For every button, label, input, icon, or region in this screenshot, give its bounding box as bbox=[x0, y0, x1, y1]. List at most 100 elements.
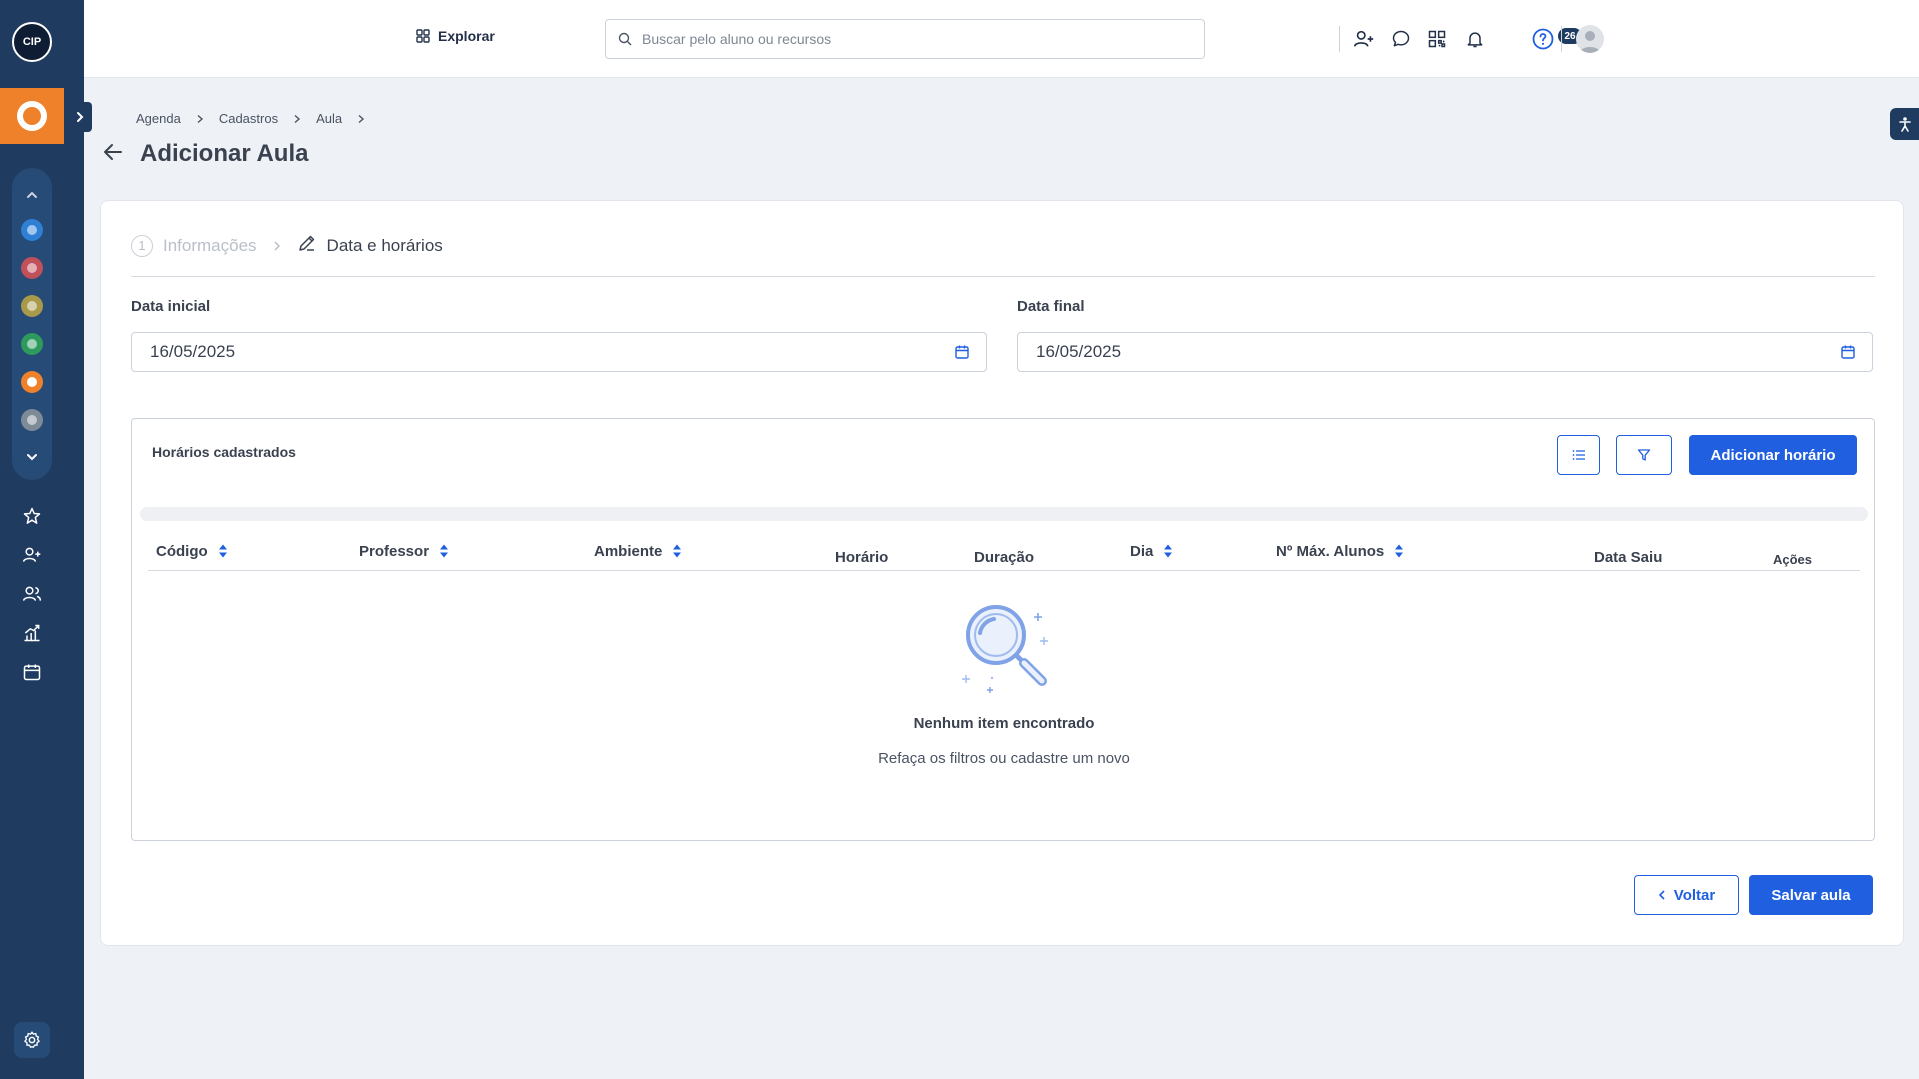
topbar-divider bbox=[1339, 26, 1340, 52]
column-label: Nº Máx. Alunos bbox=[1276, 542, 1385, 560]
column-label: Dia bbox=[1130, 542, 1154, 560]
calendar-icon bbox=[1841, 345, 1855, 359]
chevron-right-icon bbox=[292, 114, 302, 124]
chevron-up-icon bbox=[27, 191, 37, 198]
column-professor[interactable]: Professor bbox=[359, 531, 449, 571]
form-card: 1 Informações Data e horários Data inici… bbox=[100, 200, 1904, 946]
accessibility-icon bbox=[1898, 117, 1911, 132]
topbar: Explorar 26 bbox=[84, 0, 1919, 78]
app-blue-icon[interactable] bbox=[21, 219, 43, 241]
stepper-divider bbox=[131, 276, 1875, 277]
back-button-label: Voltar bbox=[1673, 886, 1716, 904]
explore-label: Explorar bbox=[438, 28, 495, 44]
chevron-right-icon bbox=[195, 114, 205, 124]
add-user-icon[interactable] bbox=[20, 543, 44, 567]
qr-code-icon[interactable] bbox=[1424, 26, 1450, 52]
start-date-label: Data inicial bbox=[131, 298, 211, 315]
apps-scroll-down-button[interactable] bbox=[12, 445, 52, 469]
column-max-alunos[interactable]: Nº Máx. Alunos bbox=[1276, 531, 1404, 571]
column-label: Ambiente bbox=[594, 542, 663, 560]
end-date-label: Data final bbox=[1017, 298, 1085, 315]
sort-icon bbox=[1395, 544, 1404, 558]
search-box[interactable] bbox=[605, 19, 1205, 59]
column-codigo[interactable]: Código bbox=[156, 531, 228, 571]
app-red-icon[interactable] bbox=[21, 257, 43, 279]
bell-icon[interactable] bbox=[1462, 26, 1488, 52]
save-class-button[interactable]: Salvar aula bbox=[1749, 875, 1873, 915]
end-date-value: 16/05/2025 bbox=[1036, 342, 1122, 361]
help-icon[interactable] bbox=[1530, 26, 1556, 52]
chart-icon[interactable] bbox=[20, 621, 44, 645]
step1-label[interactable]: Informações bbox=[163, 236, 257, 256]
end-date-input[interactable]: 16/05/2025 bbox=[1017, 332, 1873, 372]
column-dia[interactable]: Dia bbox=[1130, 531, 1173, 571]
start-date-value: 16/05/2025 bbox=[150, 342, 236, 361]
app-gray-icon[interactable] bbox=[21, 409, 43, 431]
column-data-saiu: Data Saiu bbox=[1594, 548, 1663, 566]
chevron-right-icon bbox=[77, 112, 84, 122]
empty-state-title: Nenhum item encontrado bbox=[913, 715, 1095, 732]
empty-state-subtitle: Refaça os filtros ou cadastre um novo bbox=[878, 750, 1130, 767]
app-orange-icon[interactable] bbox=[21, 371, 43, 393]
add-schedule-button[interactable]: Adicionar horário bbox=[1689, 435, 1857, 475]
add-user-icon[interactable] bbox=[1351, 26, 1377, 52]
sort-icon bbox=[673, 544, 682, 558]
back-arrow-icon[interactable] bbox=[102, 141, 124, 168]
users-icon[interactable] bbox=[20, 582, 44, 606]
user-avatar-icon bbox=[1580, 31, 1600, 53]
breadcrumb: Agenda Cadastros Aula bbox=[136, 111, 380, 126]
app-flame-icon bbox=[17, 101, 47, 131]
sidebar: CIP bbox=[0, 0, 92, 1079]
column-label: Professor bbox=[359, 542, 430, 560]
filter-button[interactable] bbox=[1616, 435, 1672, 475]
star-icon[interactable] bbox=[20, 504, 44, 528]
accessibility-tab[interactable] bbox=[1890, 108, 1919, 140]
sort-icon bbox=[218, 544, 227, 558]
sort-icon bbox=[440, 544, 449, 558]
magnifier-illustration-icon bbox=[962, 605, 1048, 693]
breadcrumb-item-aula[interactable]: Aula bbox=[316, 111, 342, 126]
search-icon bbox=[618, 32, 632, 46]
search-input[interactable] bbox=[642, 31, 1182, 47]
grid-icon bbox=[416, 29, 430, 43]
page-title: Adicionar Aula bbox=[140, 140, 309, 167]
breadcrumb-item-cadastros[interactable]: Cadastros bbox=[219, 111, 278, 126]
column-duracao: Duração bbox=[974, 548, 1035, 566]
sidebar-expand-button[interactable] bbox=[68, 102, 92, 132]
calendar-icon bbox=[955, 345, 969, 359]
breadcrumb-item-agenda[interactable]: Agenda bbox=[136, 111, 181, 126]
back-button[interactable]: Voltar bbox=[1634, 875, 1739, 915]
step2-label[interactable]: Data e horários bbox=[327, 236, 443, 256]
chevron-left-icon bbox=[1658, 890, 1665, 900]
pencil-icon bbox=[297, 233, 317, 258]
chevron-right-icon bbox=[356, 114, 366, 124]
current-app-button[interactable] bbox=[0, 88, 64, 144]
start-date-input[interactable]: 16/05/2025 bbox=[131, 332, 987, 372]
app-green-icon[interactable] bbox=[21, 333, 43, 355]
filter-icon bbox=[1637, 449, 1651, 461]
sort-icon bbox=[1164, 544, 1173, 558]
page-header: Adicionar Aula bbox=[102, 140, 308, 168]
list-view-button[interactable] bbox=[1557, 435, 1600, 475]
table-header: Código Professor Ambiente Horário Duraçã… bbox=[148, 531, 1860, 571]
column-horario: Horário bbox=[835, 548, 889, 566]
chevron-right-icon bbox=[271, 240, 283, 252]
calendar-icon[interactable] bbox=[20, 660, 44, 684]
column-ambiente[interactable]: Ambiente bbox=[594, 531, 682, 571]
stepper: 1 Informações Data e horários bbox=[131, 233, 443, 258]
list-icon bbox=[1572, 450, 1585, 460]
settings-button[interactable] bbox=[14, 1022, 50, 1058]
org-logo-text: CIP bbox=[22, 36, 42, 48]
column-acoes: Ações bbox=[1773, 551, 1813, 567]
loading-bar bbox=[140, 507, 1868, 521]
chat-icon[interactable] bbox=[1388, 26, 1414, 52]
avatar[interactable] bbox=[1576, 25, 1604, 53]
step1-number: 1 bbox=[131, 234, 153, 257]
column-label: Código bbox=[156, 542, 208, 560]
app-olive-icon[interactable] bbox=[21, 295, 43, 317]
org-logo[interactable]: CIP bbox=[12, 22, 52, 62]
schedules-panel: Horários cadastrados Adicionar horário C… bbox=[131, 418, 1875, 841]
topbar-divider bbox=[1561, 26, 1562, 52]
apps-scroll-up-button[interactable] bbox=[12, 183, 52, 207]
explore-button[interactable]: Explorar bbox=[416, 28, 495, 44]
